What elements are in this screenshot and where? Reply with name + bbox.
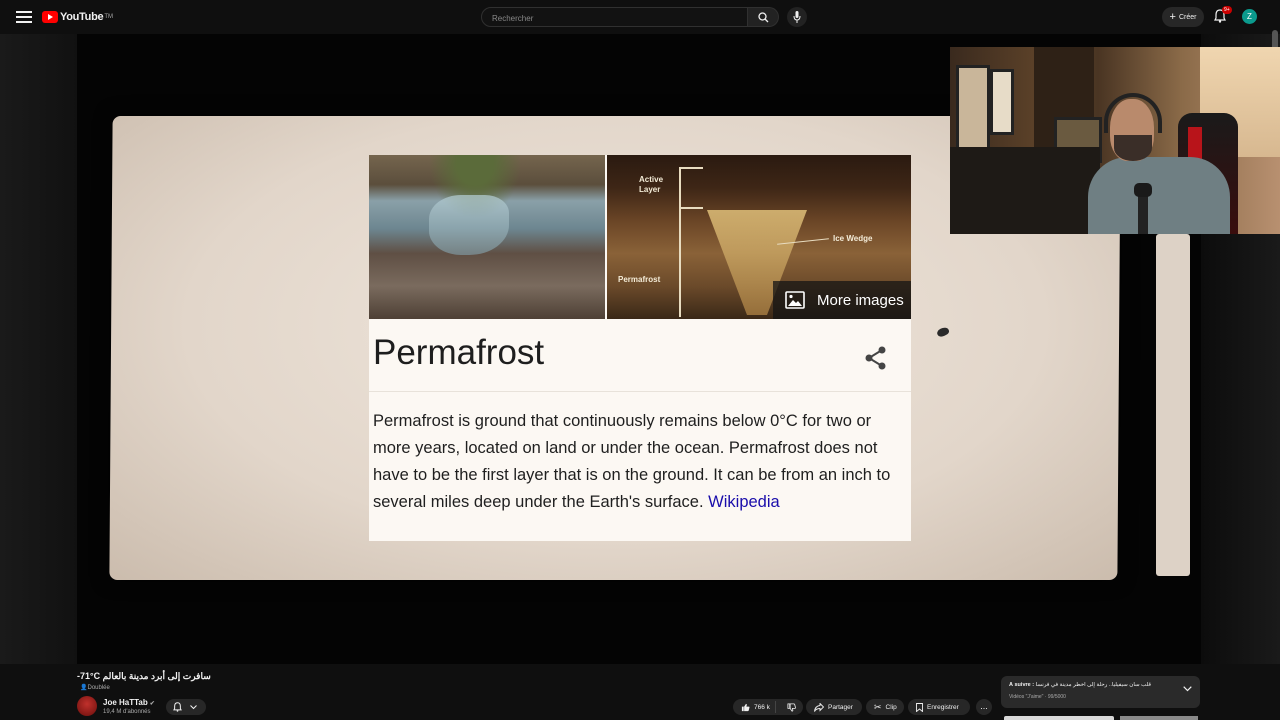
- layer-bracket-tick: [679, 167, 703, 169]
- permafrost-label: Permafrost: [618, 275, 661, 284]
- dubbed-badge: 👤Doublée: [80, 684, 110, 691]
- headset-icon: [1104, 93, 1162, 133]
- up-next-panel[interactable]: À suivre : قلب سان سيفيليا.. رحلة إلى أخ…: [1001, 676, 1200, 708]
- microphone-icon: [793, 11, 801, 23]
- video-title: -71°C سافرت إلى أبرد مدينة بالعالم: [77, 671, 211, 681]
- search-input[interactable]: [490, 13, 734, 24]
- more-images-label: More images: [817, 291, 904, 309]
- player-backdrop-left: [0, 34, 77, 664]
- dubbed-label: Doublée: [87, 685, 110, 691]
- next-video-thumbnail[interactable]: [1004, 716, 1114, 720]
- clip-label: Clip: [885, 703, 897, 711]
- notification-count-badge: 9+: [1222, 6, 1232, 14]
- more-actions-button[interactable]: ...: [976, 699, 992, 715]
- top-bar: YouTube TM + Créer 9+ Z: [0, 0, 1280, 34]
- thumbs-up-icon: [741, 703, 750, 711]
- wall-frame: [956, 65, 990, 153]
- permafrost-photo: [369, 155, 605, 319]
- up-next-label: À suivre :: [1009, 682, 1035, 688]
- up-next-subtitle: Vidéos "J'aime" · 99/5000: [1009, 694, 1066, 700]
- logo-text: YouTube: [60, 11, 104, 23]
- share-icon: [865, 346, 886, 370]
- card-divider: [369, 391, 911, 392]
- youtube-logo[interactable]: YouTube TM: [42, 9, 113, 25]
- share-button[interactable]: Partager: [806, 699, 862, 715]
- like-dislike-group: 766 k: [733, 699, 803, 715]
- wikipedia-link: Wikipedia: [708, 493, 780, 511]
- subscription-bell-button[interactable]: [166, 699, 206, 715]
- microphone-stand: [1138, 191, 1148, 234]
- scissors-icon: ✂: [874, 701, 882, 712]
- chevron-down-icon: [190, 705, 197, 710]
- description-text: Permafrost is ground that continuously r…: [373, 412, 891, 511]
- bookmark-icon: [916, 702, 923, 712]
- up-next-video-title: قلب سان سيفيليا.. رحلة إلى أخطر مدينة في…: [1035, 682, 1151, 688]
- share-label: Partager: [828, 703, 853, 711]
- share-arrow-icon: [814, 702, 824, 712]
- search-icon: [758, 12, 769, 23]
- search-box: [481, 7, 748, 27]
- account-avatar[interactable]: Z: [1242, 9, 1257, 24]
- layer-bracket-tick: [679, 207, 703, 209]
- microphone-head: [1134, 183, 1152, 197]
- clip-button[interactable]: ✂ Clip: [866, 699, 904, 715]
- like-count: 766 k: [754, 703, 770, 711]
- image-icon: [785, 291, 805, 309]
- logo-region: TM: [104, 14, 113, 20]
- verified-check-icon: ✔: [149, 701, 155, 707]
- card-title: Permafrost: [373, 333, 545, 372]
- menu-icon[interactable]: [16, 9, 32, 25]
- streamer-beard: [1114, 135, 1152, 161]
- create-label: Créer: [1178, 13, 1197, 21]
- save-button[interactable]: Enregistrer: [908, 699, 970, 715]
- channel-avatar[interactable]: [77, 696, 97, 716]
- thumbs-down-icon: [787, 702, 797, 712]
- bell-icon: [173, 702, 182, 712]
- active-layer-label: Active Layer: [639, 175, 664, 194]
- next-video-thumbnail[interactable]: [1120, 716, 1198, 720]
- up-next-title: À suivre : قلب سان سيفيليا.. رحلة إلى أخ…: [1009, 682, 1179, 688]
- more-images-button: More images: [773, 281, 911, 319]
- video-paper-edge: [1156, 234, 1190, 576]
- ice-wedge-label: Ice Wedge: [833, 234, 873, 243]
- voice-search-button[interactable]: [787, 7, 807, 27]
- webcam-sofa: [950, 147, 1100, 234]
- save-label: Enregistrer: [927, 703, 959, 711]
- like-button[interactable]: 766 k: [733, 701, 777, 713]
- card-description: Permafrost is ground that continuously r…: [373, 408, 909, 516]
- create-button[interactable]: + Créer: [1162, 7, 1204, 27]
- streamer-body: [1088, 157, 1230, 234]
- knowledge-panel-card: Active Layer Ice Wedge Permafrost More i…: [369, 155, 911, 541]
- streamer-webcam: [950, 47, 1280, 234]
- plus-icon: +: [1169, 10, 1176, 23]
- chevron-down-icon[interactable]: [1183, 686, 1192, 692]
- layer-bracket: [679, 167, 681, 317]
- search-button[interactable]: [748, 7, 779, 27]
- channel-name-text: Joe HaTTab: [103, 698, 148, 707]
- dislike-button[interactable]: [780, 702, 803, 712]
- youtube-play-icon: [42, 11, 58, 23]
- channel-name[interactable]: Joe HaTTab ✔: [103, 698, 155, 707]
- subscriber-count: 19,4 M d'abonnés: [103, 709, 151, 715]
- wall-frame: [990, 69, 1014, 135]
